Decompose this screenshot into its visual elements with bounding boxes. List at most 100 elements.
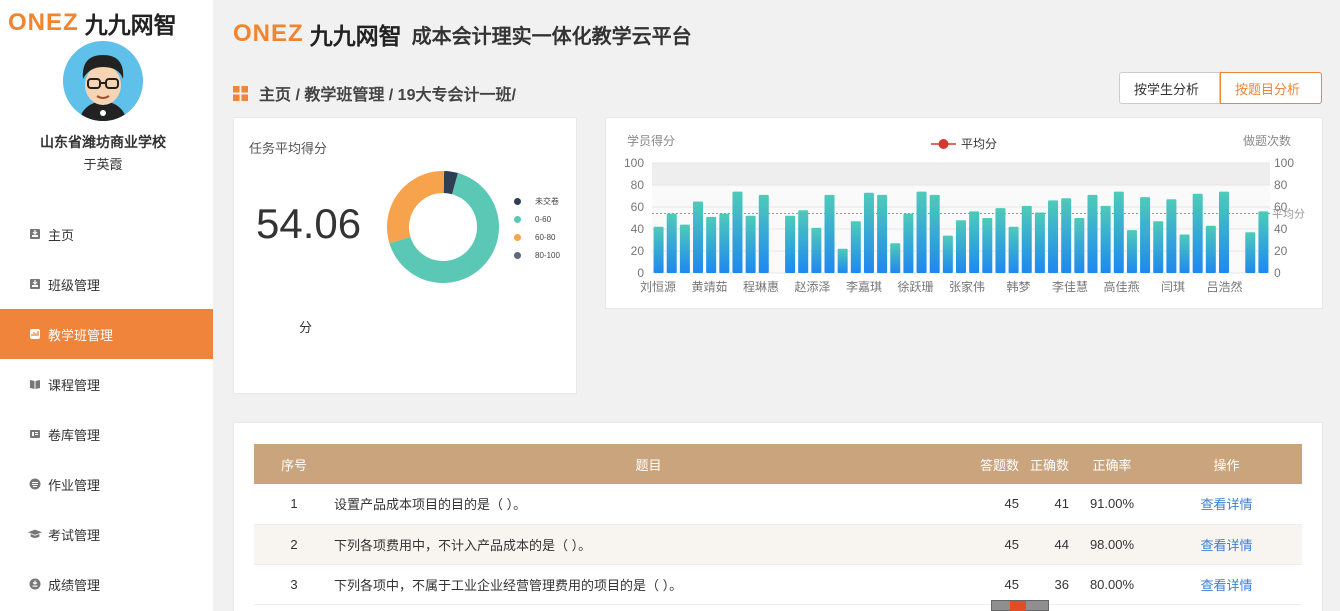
student-score-bar[interactable]	[1100, 205, 1111, 273]
legend-dot	[514, 233, 521, 241]
student-score-bar[interactable]	[1205, 225, 1216, 273]
student-score-bar[interactable]	[1074, 218, 1085, 273]
sidebar-item-class[interactable]: 班级管理	[0, 259, 213, 309]
student-score-bar[interactable]	[903, 213, 914, 273]
student-score-bar[interactable]	[785, 215, 796, 273]
x-tick-label: 李嘉琪	[846, 279, 882, 294]
sidebar-item-homework[interactable]: 作业管理	[0, 459, 213, 509]
student-score-bar[interactable]	[745, 215, 756, 273]
score-distribution-donut[interactable]	[386, 170, 500, 284]
x-tick-label: 张家伟	[949, 279, 985, 294]
student-score-bar[interactable]	[1218, 191, 1229, 273]
student-score-bar[interactable]	[1126, 230, 1137, 273]
x-tick-label: 闫琪	[1161, 280, 1185, 294]
graduation-cap-icon	[28, 527, 42, 541]
legend-item[interactable]: 0-60	[514, 210, 560, 228]
student-score-bar[interactable]	[679, 224, 690, 273]
cell-index: 1	[290, 496, 298, 512]
student-score-bar[interactable]	[1192, 193, 1203, 273]
y-tick-label: 40	[631, 222, 645, 236]
col-header-answered: 答题数	[979, 457, 1019, 473]
view-details-link[interactable]: 查看详情	[1200, 497, 1252, 512]
cell-answered: 45	[1004, 576, 1019, 592]
floating-toolbar[interactable]	[991, 600, 1049, 611]
donut-slice[interactable]	[387, 171, 445, 244]
student-score-bar[interactable]	[837, 248, 848, 273]
y2-axis-label: 做题次数	[1243, 133, 1291, 148]
view-details-link[interactable]: 查看详情	[1200, 578, 1252, 593]
score-card-title: 任务平均得分	[249, 141, 328, 156]
col-header-rate: 正确率	[1092, 457, 1132, 473]
by-question-button[interactable]: 按题目分析	[1220, 72, 1322, 104]
student-score-bar[interactable]	[1008, 226, 1019, 273]
student-score-bar[interactable]	[653, 226, 664, 273]
student-score-bar[interactable]	[929, 194, 940, 273]
student-score-bar[interactable]	[824, 194, 835, 273]
homework-icon	[28, 477, 42, 491]
student-score-bar[interactable]	[693, 201, 704, 274]
sidebar-item-grade[interactable]: 成绩管理	[0, 559, 213, 609]
y-tick-label: 60	[631, 200, 645, 214]
legend-label: 80-100	[535, 250, 560, 260]
student-score-bar[interactable]	[1140, 197, 1151, 273]
student-score-bar[interactable]	[1166, 199, 1177, 273]
student-score-bar[interactable]	[1034, 212, 1045, 274]
student-score-bar[interactable]	[863, 192, 874, 273]
sidebar-item-teaching-class[interactable]: 教学班管理	[0, 309, 213, 359]
teacher-name: 于英霞	[83, 157, 123, 172]
sidebar-item-exam[interactable]: 考试管理	[0, 509, 213, 559]
legend-item[interactable]: 未交卷	[514, 192, 560, 210]
y2-tick-label: 40	[1274, 222, 1288, 236]
sidebar-item-course[interactable]: 课程管理	[0, 359, 213, 409]
html5-icon	[1010, 601, 1026, 611]
school-name: 山东省潍坊商业学校	[40, 134, 166, 150]
logo-brand: 九九网智	[309, 23, 402, 49]
cell-question: 下列各项中，不属于工业企业经营管理费用的项目的是（ ）。	[334, 577, 683, 593]
legend-item[interactable]: 80-100	[514, 246, 560, 264]
table-row: 3 下列各项中，不属于工业企业经营管理费用的项目的是（ ）。 45 36 80.…	[254, 564, 1302, 604]
student-score-bar[interactable]	[850, 221, 861, 273]
student-score-bar[interactable]	[877, 194, 888, 273]
student-score-bar[interactable]	[995, 208, 1006, 273]
legend-dot	[514, 215, 521, 223]
sidebar-item-paper-bank[interactable]: 卷库管理	[0, 409, 213, 459]
legend-item[interactable]: 60-80	[514, 228, 560, 246]
by-student-button[interactable]: 按学生分析	[1119, 72, 1220, 104]
legend-marker	[938, 139, 949, 149]
x-tick-label: 韩梦	[1006, 279, 1030, 294]
student-score-bar[interactable]	[706, 216, 717, 273]
student-score-bar[interactable]	[1087, 194, 1098, 273]
breadcrumb-text[interactable]: 主页 / 教学班管理 / 19大专会计一班/	[259, 81, 516, 105]
student-score-bar[interactable]	[1061, 198, 1072, 273]
question-table: 序号 题目 答题数 正确数 正确率 操作 1 设置产品成本项目的目的是（ ）。 …	[254, 444, 1302, 605]
student-score-bar[interactable]	[956, 220, 966, 273]
cell-answered: 45	[1004, 536, 1019, 552]
student-score-bar[interactable]	[1179, 234, 1190, 274]
student-score-bar[interactable]	[1113, 191, 1124, 273]
avatar[interactable]	[63, 41, 143, 121]
sidebar-item-home[interactable]: 主页	[0, 209, 213, 259]
y-tick-label: 0	[637, 266, 644, 280]
student-score-bar[interactable]	[1021, 205, 1032, 273]
student-score-bar[interactable]	[798, 210, 809, 273]
student-score-bar[interactable]	[666, 213, 677, 273]
cell-correct: 36	[1054, 576, 1069, 592]
average-line-label: 平均分	[1272, 208, 1305, 221]
student-score-bar[interactable]	[1245, 232, 1256, 273]
student-score-bar[interactable]	[1048, 200, 1059, 273]
student-score-bar[interactable]	[758, 194, 769, 273]
view-details-link[interactable]: 查看详情	[1200, 538, 1252, 553]
chart-legend[interactable]: 平均分	[931, 137, 997, 151]
student-score-bar[interactable]	[719, 213, 730, 273]
student-score-bar[interactable]	[890, 243, 901, 273]
student-score-bar[interactable]	[942, 235, 953, 273]
student-score-bar[interactable]	[811, 227, 822, 273]
col-header-correct: 正确数	[1029, 457, 1069, 473]
student-score-bar[interactable]	[969, 211, 980, 273]
student-score-bar[interactable]	[1258, 211, 1269, 273]
student-score-bar[interactable]	[732, 191, 743, 273]
student-score-bar[interactable]	[916, 191, 927, 273]
y2-tick-label: 0	[1274, 266, 1281, 280]
student-score-bar[interactable]	[1153, 221, 1164, 273]
student-score-bar[interactable]	[982, 218, 993, 273]
